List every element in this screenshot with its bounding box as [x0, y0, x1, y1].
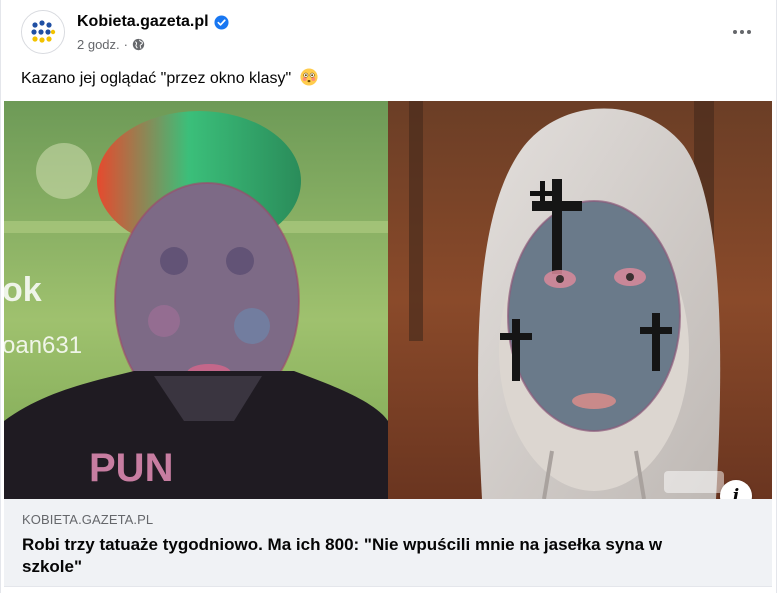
- more-options-button[interactable]: [724, 18, 760, 46]
- post-timestamp[interactable]: 2 godz.: [77, 37, 120, 52]
- watermark-left-sub: oan631: [4, 332, 82, 359]
- more-dot: [747, 30, 751, 34]
- link-preview[interactable]: KOBIETA.GAZETA.PL Robi trzy tatuaże tygo…: [4, 499, 772, 587]
- more-dot: [733, 30, 737, 34]
- tattooed-face-photos: PUN ok oan631: [4, 101, 772, 499]
- page-name-label[interactable]: Kobieta.gazeta.pl: [77, 13, 209, 31]
- more-dot: [740, 30, 744, 34]
- watermark-left: ok: [4, 271, 42, 309]
- info-icon: i: [732, 486, 740, 499]
- link-title[interactable]: Robi trzy tatuaże tygodniowo. Ma ich 800…: [22, 534, 722, 578]
- post-message-text: Kazano jej oglądać "przez okno klasy": [21, 70, 292, 87]
- post-message: Kazano jej oglądać "przez okno klasy": [21, 68, 318, 88]
- avatar-logo-icon: [22, 11, 64, 53]
- verified-badge-icon: [214, 14, 229, 30]
- post-meta: 2 godz. ·: [77, 37, 145, 52]
- link-domain: KOBIETA.GAZETA.PL: [22, 512, 154, 527]
- page-name[interactable]: Kobieta.gazeta.pl: [77, 13, 229, 31]
- flushed-face-emoji: [300, 68, 318, 86]
- svg-text:PUN: PUN: [89, 446, 173, 490]
- post-header: Kobieta.gazeta.pl 2 godz. ·: [21, 10, 756, 60]
- page-avatar[interactable]: [21, 10, 65, 54]
- post-image[interactable]: PUN ok oan631 i: [4, 101, 772, 499]
- globe-icon: [132, 38, 145, 51]
- feed-post: Kobieta.gazeta.pl 2 godz. · Kazano jej o…: [0, 0, 777, 593]
- meta-separator: ·: [123, 37, 128, 52]
